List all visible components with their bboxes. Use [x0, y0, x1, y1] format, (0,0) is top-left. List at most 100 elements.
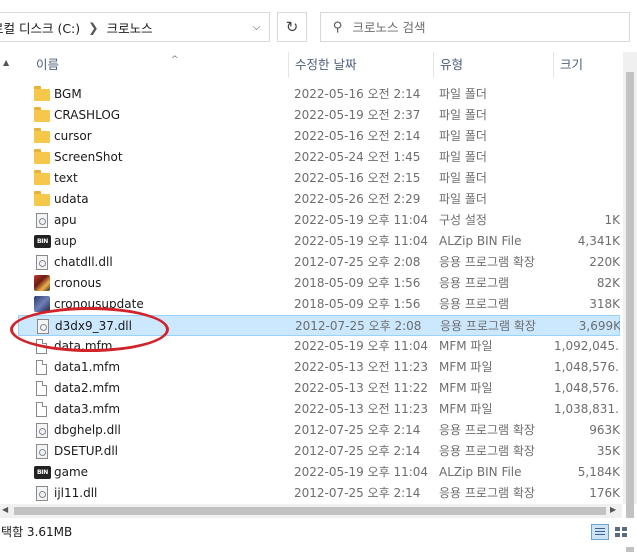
file-type: MFM 파일: [439, 360, 493, 374]
file-row[interactable]: data3.mfm 2022-05-13 오전 11:23 MFM 파일 1,038,…: [18, 399, 620, 420]
file-size: 1,048,576...: [554, 381, 620, 395]
file-name: apu: [54, 213, 77, 227]
file-size: 220K: [589, 255, 620, 269]
file-name: game: [54, 465, 89, 479]
file-name: ijl11.dll: [54, 486, 98, 500]
file-row[interactable]: ScreenShot 2022-05-24 오전 1:45 파일 폴더: [18, 147, 620, 168]
file-date: 2022-05-16 오전 2:15: [294, 171, 421, 185]
file-size: [554, 126, 620, 147]
file-size: 1K: [604, 213, 620, 227]
breadcrumb-item-drive[interactable]: 로컬 디스크 (C:): [0, 18, 80, 37]
app-icon: [34, 296, 50, 312]
file-list: BGM 2022-05-16 오전 2:14 파일 폴더 CRASHLOG 2022-0…: [18, 84, 620, 504]
horizontal-scrollbar-thumb[interactable]: [14, 507, 606, 515]
file-type: ALZip BIN File: [439, 465, 522, 479]
bin-file-icon: BIN: [34, 466, 51, 479]
refresh-button[interactable]: ↻: [277, 12, 307, 42]
file-date: 2022-05-16 오전 2:14: [294, 129, 421, 143]
column-header-name[interactable]: 이름 ^: [36, 52, 276, 78]
large-icons-view-icon[interactable]: [612, 524, 630, 540]
file-row[interactable]: apu 2022-05-19 오후 11:04 구성 설정 1K: [18, 210, 620, 231]
search-input[interactable]: [352, 19, 593, 35]
file-date: 2022-05-26 오전 2:29: [294, 192, 421, 206]
file-row[interactable]: data.mfm 2022-05-19 오후 11:04 MFM 파일 1,092,0…: [18, 336, 620, 357]
scroll-left-arrow-icon[interactable]: ◀: [2, 505, 8, 514]
file-size: [554, 84, 620, 105]
file-row[interactable]: cronous 2018-05-09 오후 1:56 응용 프로그램 82K: [18, 273, 620, 294]
file-name: ScreenShot: [54, 150, 123, 164]
scroll-right-arrow-icon[interactable]: ▶: [610, 505, 616, 514]
app-icon: [34, 275, 50, 291]
file-row[interactable]: data2.mfm 2022-05-13 오전 11:22 MFM 파일 1,048,…: [18, 378, 620, 399]
scroll-up-arrow-icon[interactable]: ▲: [3, 58, 9, 67]
file-type: MFM 파일: [439, 402, 493, 416]
file-name: cursor: [54, 129, 92, 143]
file-row[interactable]: DSETUP.dll 2012-07-25 오후 2:14 응용 프로그램 확장 35…: [18, 441, 620, 462]
file-date: 2022-05-16 오전 2:14: [294, 87, 421, 101]
file-row[interactable]: data1.mfm 2022-05-13 오전 11:23 MFM 파일 1,048,…: [18, 357, 620, 378]
file-row[interactable]: BGM 2022-05-16 오전 2:14 파일 폴더: [18, 84, 620, 105]
column-size-label: 크기: [560, 57, 584, 72]
details-view-icon[interactable]: [591, 524, 609, 540]
file-size: [554, 105, 620, 126]
folder-icon: [34, 170, 50, 185]
status-bar: 선택함 3.61MB: [0, 518, 637, 547]
document-icon: [36, 360, 47, 375]
chevron-right-icon[interactable]: ❯: [88, 20, 98, 35]
column-header-size[interactable]: 크기: [553, 52, 620, 78]
file-size: 82K: [596, 276, 620, 290]
file-type: 응용 프로그램 확장: [440, 319, 536, 333]
file-row[interactable]: cursor 2022-05-16 오전 2:14 파일 폴더: [18, 126, 620, 147]
file-row[interactable]: dbghelp.dll 2012-07-25 오후 2:14 응용 프로그램 확장 9…: [18, 420, 620, 441]
folder-icon: [34, 86, 50, 101]
vertical-scrollbar-thumb[interactable]: [626, 72, 634, 552]
breadcrumb-item-folder[interactable]: 크로노스: [107, 18, 153, 37]
file-name: data3.mfm: [54, 402, 121, 416]
sort-ascending-icon: ^: [171, 55, 179, 65]
file-row[interactable]: d3dx9_37.dll 2012-07-25 오후 2:08 응용 프로그램 확장…: [18, 315, 620, 336]
file-row[interactable]: ijl11.dll 2012-07-25 오후 2:14 응용 프로그램 확장 176…: [18, 483, 620, 504]
file-size: 963K: [589, 423, 620, 437]
file-name: DSETUP.dll: [54, 444, 119, 458]
file-size: [554, 189, 620, 210]
file-row[interactable]: cronousupdate 2018-05-09 오후 1:56 응용 프로그램 31…: [18, 294, 620, 315]
file-date: 2022-05-19 오후 11:04: [294, 465, 429, 479]
file-date: 2012-07-25 오후 2:14: [294, 444, 421, 458]
refresh-icon: ↻: [285, 18, 299, 36]
column-header-type[interactable]: 유형: [433, 52, 553, 78]
file-row[interactable]: chatdll.dll 2012-07-25 오후 2:08 응용 프로그램 확장 2…: [18, 252, 620, 273]
file-type: ALZip BIN File: [439, 234, 522, 248]
file-row[interactable]: udata 2022-05-26 오전 2:29 파일 폴더: [18, 189, 620, 210]
file-row[interactable]: text 2022-05-16 오전 2:15 파일 폴더: [18, 168, 620, 189]
column-type-label: 유형: [440, 57, 464, 72]
breadcrumb[interactable]: 로컬 디스크 (C:) ❯ 크로노스: [0, 12, 270, 42]
document-icon: [36, 339, 47, 354]
file-name: dbghelp.dll: [54, 423, 121, 437]
document-icon: [36, 402, 47, 417]
dll-file-icon: [37, 319, 49, 334]
file-type: 파일 폴더: [439, 171, 487, 185]
file-row[interactable]: BIN aup 2022-05-19 오후 11:04 ALZip BIN File 4…: [18, 231, 620, 252]
file-size: 5,184K: [577, 465, 620, 479]
file-type: MFM 파일: [439, 339, 493, 353]
file-row[interactable]: BIN game 2022-05-19 오후 11:04 ALZip BIN File…: [18, 462, 620, 483]
column-header-date[interactable]: 수정한 날짜: [288, 52, 433, 78]
folder-icon: [34, 149, 50, 164]
file-date: 2022-05-24 오전 1:45: [294, 150, 421, 164]
file-date: 2022-05-13 오전 11:23: [294, 360, 429, 374]
file-name: d3dx9_37.dll: [55, 319, 132, 333]
file-date: 2018-05-09 오후 1:56: [294, 276, 421, 290]
vertical-scrollbar[interactable]: [623, 52, 637, 552]
file-row[interactable]: CRASHLOG 2022-05-19 오전 2:37 파일 폴더: [18, 105, 620, 126]
file-type: 응용 프로그램 확장: [439, 255, 535, 269]
file-date: 2012-07-25 오후 2:14: [294, 423, 421, 437]
file-name: text: [54, 171, 78, 185]
file-type: 파일 폴더: [439, 129, 487, 143]
search-box[interactable]: ⚲: [320, 12, 630, 42]
file-type: 구성 설정: [439, 213, 487, 227]
horizontal-scrollbar[interactable]: ◀ ▶: [0, 504, 622, 518]
file-size: 35K: [596, 444, 620, 458]
chevron-down-icon[interactable]: ⌵: [243, 12, 270, 42]
file-size: [554, 147, 620, 168]
file-date: 2012-07-25 오후 2:14: [294, 486, 421, 500]
